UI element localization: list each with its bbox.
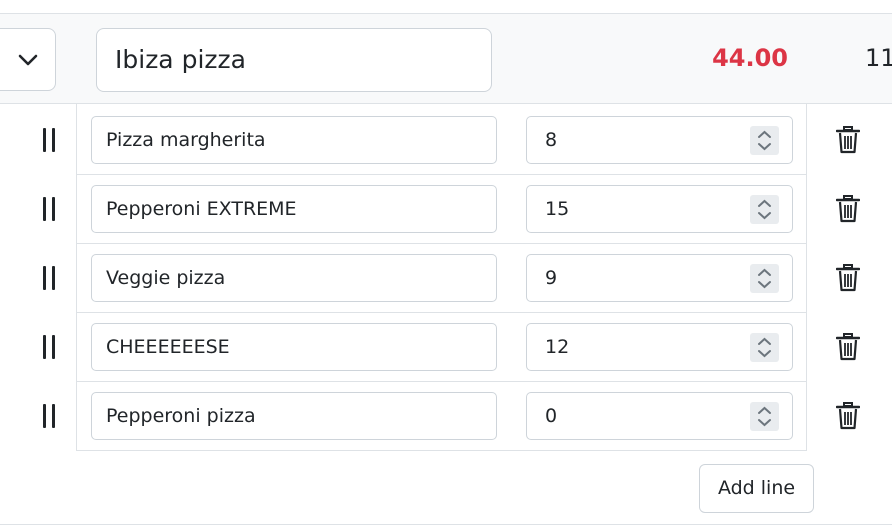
group-header: Ibiza pizza 44.00 11 <box>0 13 892 104</box>
spinner-icon[interactable] <box>750 333 779 362</box>
line-quantity-input[interactable]: 15 <box>526 185 793 233</box>
trash-icon[interactable] <box>836 126 860 154</box>
spinner-icon[interactable] <box>750 126 779 155</box>
drag-handle-icon[interactable] <box>43 404 55 428</box>
line-quantity-value: 12 <box>545 336 570 358</box>
spinner-icon[interactable] <box>750 264 779 293</box>
row-divider <box>76 243 807 244</box>
trash-icon[interactable] <box>836 333 860 361</box>
group-name-input[interactable]: Ibiza pizza <box>96 28 492 92</box>
trash-icon[interactable] <box>836 195 860 223</box>
collapse-toggle-button[interactable] <box>0 28 56 91</box>
row-divider <box>76 381 807 382</box>
drag-handle-icon[interactable] <box>43 335 55 359</box>
spinner-icon[interactable] <box>750 195 779 224</box>
row-divider <box>76 174 807 175</box>
line-quantity-value: 9 <box>545 267 558 289</box>
line-quantity-input[interactable]: 0 <box>526 392 793 440</box>
group-total: 44.00 <box>712 44 788 72</box>
spinner-icon[interactable] <box>750 402 779 431</box>
drag-handle-icon[interactable] <box>43 128 55 152</box>
line-name-input[interactable]: Pepperoni pizza <box>91 392 497 440</box>
drag-handle-icon[interactable] <box>43 197 55 221</box>
trash-icon[interactable] <box>836 402 860 430</box>
line-quantity-value: 15 <box>545 198 570 220</box>
chevron-down-icon <box>18 54 38 65</box>
line-name-input[interactable]: Veggie pizza <box>91 254 497 302</box>
trash-icon[interactable] <box>836 264 860 292</box>
drag-handle-icon[interactable] <box>43 266 55 290</box>
line-quantity-value: 0 <box>545 405 558 427</box>
add-line-button[interactable]: Add line <box>699 464 814 513</box>
line-name-input[interactable]: Pizza margherita <box>91 116 497 164</box>
line-name-input[interactable]: Pepperoni EXTREME <box>91 185 497 233</box>
line-quantity-value: 8 <box>545 129 558 151</box>
row-divider <box>76 312 807 313</box>
line-quantity-input[interactable]: 12 <box>526 323 793 371</box>
line-quantity-input[interactable]: 9 <box>526 254 793 302</box>
line-quantity-input[interactable]: 8 <box>526 116 793 164</box>
group-trailing-value: 11 <box>865 44 892 72</box>
line-name-input[interactable]: CHEEEEEESE <box>91 323 497 371</box>
section-divider <box>0 524 892 525</box>
